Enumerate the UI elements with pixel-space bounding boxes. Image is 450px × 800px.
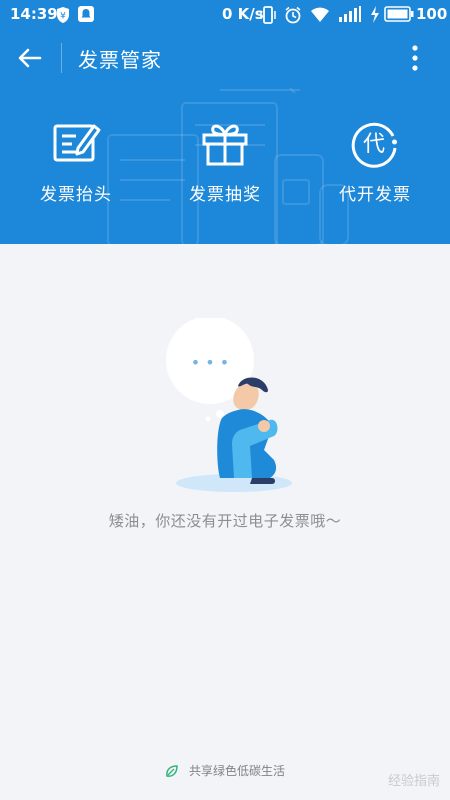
dai-circle-icon: 代 [351, 122, 397, 168]
svg-text:¥: ¥ [60, 12, 66, 22]
battery-level: 100 [416, 5, 448, 23]
empty-state-illustration: • • • [166, 318, 292, 492]
status-time: 14:39 [10, 5, 58, 23]
toolbar: 发票管家 [0, 30, 450, 86]
alarm-icon [285, 6, 301, 24]
more-menu-icon[interactable] [400, 42, 430, 74]
invoice-title-button[interactable]: 发票抬头 [21, 118, 131, 214]
invoice-lottery-button[interactable]: 发票抽奖 [170, 118, 280, 214]
action-label: 发票抬头 [40, 185, 112, 205]
page-title: 发票管家 [78, 48, 162, 72]
vibrate-icon [260, 6, 276, 24]
toolbar-divider [61, 43, 62, 73]
action-label: 代开发票 [339, 185, 411, 205]
bell-icon [78, 6, 94, 22]
action-label: 发票抽奖 [189, 185, 261, 205]
net-speed: 0 K/s [222, 5, 264, 23]
battery-icon [384, 6, 414, 22]
proxy-invoice-button[interactable]: 代 代开发票 [320, 118, 430, 214]
charging-icon [371, 6, 379, 23]
gift-icon [202, 124, 248, 166]
footer-text: 共享绿色低碳生活 [188, 764, 285, 778]
yen-shield-icon: ¥ [57, 7, 69, 23]
leaf-icon [166, 765, 178, 777]
watermark: 经验指南 [387, 774, 440, 789]
svg-text:• • •: • • • [191, 353, 229, 372]
wifi-icon [311, 7, 329, 22]
edit-note-icon [53, 124, 101, 162]
back-arrow-icon[interactable] [14, 42, 46, 74]
invoice-header: 发票管家 发票抬头 发票抽奖 代 代开发票 [0, 30, 450, 244]
status-bar: 14:39 ¥ 0 K/s 100 [0, 0, 450, 30]
footer-slogan: 共享绿色低碳生活 [0, 762, 450, 779]
signal-icon [339, 6, 361, 22]
empty-state-message: 矮油，你还没有开过电子发票哦～ [108, 512, 342, 530]
dai-glyph: 代 [363, 132, 385, 157]
